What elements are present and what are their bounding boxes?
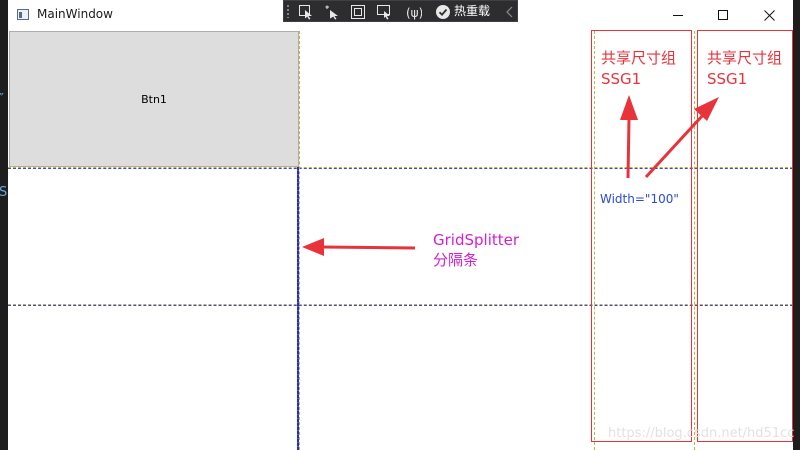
arrow-to-ssg1-left [620,95,638,179]
hot-reload-check-icon [435,4,451,20]
xaml-debug-toolbar: (ψ) 热重载 [283,0,518,22]
arrow-to-grid-splitter [302,238,416,256]
annotation-arrows [302,95,719,256]
select-element-icon[interactable] [298,4,314,20]
track-focus-icon[interactable]: (ψ) [406,4,422,20]
svg-text:(ψ): (ψ) [406,6,422,20]
collapse-icon[interactable] [502,4,518,20]
hot-reload-label[interactable]: 热重载 [454,3,490,20]
display-adorners-icon[interactable] [376,4,392,20]
arrow-to-ssg1-right [644,97,719,179]
frame-icon[interactable] [350,4,366,20]
pointer-icon[interactable] [324,4,340,20]
toolbar-grip[interactable] [286,4,290,18]
